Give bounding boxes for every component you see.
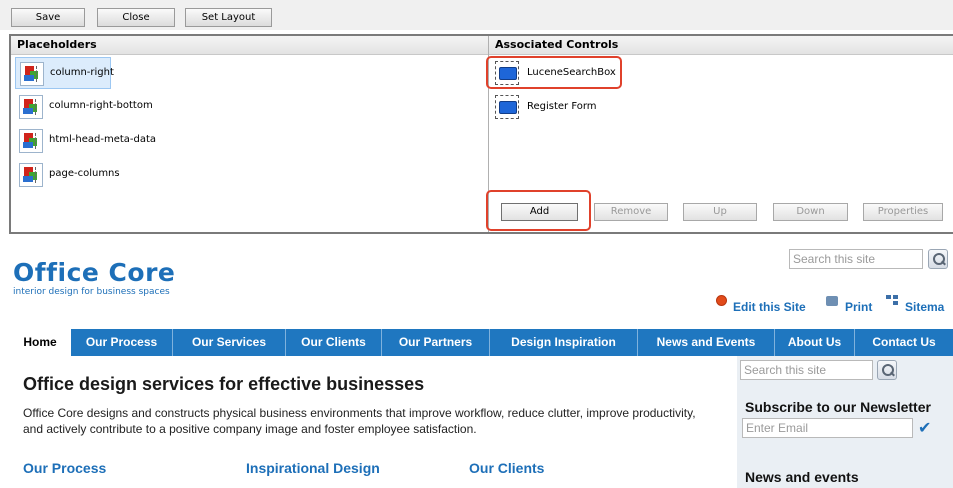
sidebar: Search this site Subscribe to our Newsle… bbox=[737, 356, 953, 488]
control-label: Register Form bbox=[527, 101, 597, 112]
print-link[interactable]: Print bbox=[845, 300, 872, 316]
close-button[interactable]: Close bbox=[97, 8, 175, 27]
down-button[interactable]: Down bbox=[773, 203, 848, 221]
sitemap-link[interactable]: Sitema bbox=[905, 300, 944, 316]
properties-button[interactable]: Properties bbox=[863, 203, 943, 221]
nav-item-our-clients[interactable]: Our Clients bbox=[286, 329, 382, 356]
control-icon bbox=[495, 95, 519, 119]
sidebar-search-input[interactable]: Search this site bbox=[740, 360, 873, 380]
email-field[interactable]: Enter Email bbox=[742, 418, 913, 438]
header-search-input[interactable]: Search this site bbox=[789, 249, 923, 269]
save-button[interactable]: Save bbox=[11, 8, 85, 27]
subhead-our-process[interactable]: Our Process bbox=[23, 460, 106, 476]
placeholder-icon bbox=[19, 129, 43, 153]
nav-item-contact-us[interactable]: Contact Us bbox=[855, 329, 953, 356]
checkmark-icon[interactable]: ✔ bbox=[918, 418, 931, 437]
placeholder-label: page-columns bbox=[49, 168, 120, 179]
edit-site-link[interactable]: Edit this Site bbox=[733, 300, 806, 316]
site-tagline: interior design for business spaces bbox=[13, 287, 170, 297]
newsletter-title: Subscribe to our Newsletter bbox=[745, 399, 931, 415]
up-button[interactable]: Up bbox=[683, 203, 757, 221]
highlight-annotation bbox=[486, 56, 622, 89]
control-item-register-form[interactable]: Register Form bbox=[493, 92, 613, 122]
site-logo[interactable]: Office Core bbox=[13, 258, 175, 287]
website-preview: Office Core interior design for business… bbox=[0, 238, 953, 488]
sidebar-search-button[interactable] bbox=[877, 360, 897, 380]
intro-paragraph: Office Core designs and constructs physi… bbox=[23, 406, 696, 436]
remove-button[interactable]: Remove bbox=[594, 203, 668, 221]
associated-controls-header: Associated Controls bbox=[489, 36, 953, 55]
nav-item-news-and-events[interactable]: News and Events bbox=[638, 329, 775, 356]
layout-panel: Placeholders column-right column-right-b… bbox=[9, 34, 953, 234]
placeholder-label: html-head-meta-data bbox=[49, 134, 157, 145]
news-events-title: News and events bbox=[745, 469, 859, 485]
nav-item-about-us[interactable]: About Us bbox=[775, 329, 855, 356]
placeholder-label: column-right-bottom bbox=[49, 100, 153, 111]
header-search-button[interactable] bbox=[928, 249, 948, 269]
subhead-inspirational-design[interactable]: Inspirational Design bbox=[246, 460, 380, 476]
nav-item-our-services[interactable]: Our Services bbox=[173, 329, 286, 356]
placeholder-item-column-right[interactable]: column-right bbox=[15, 57, 114, 89]
highlight-annotation bbox=[486, 190, 591, 231]
edit-icon bbox=[716, 295, 727, 306]
placeholders-pane: Placeholders column-right column-right-b… bbox=[11, 36, 489, 232]
placeholder-item-page-columns[interactable]: page-columns bbox=[15, 159, 155, 191]
placeholder-icon bbox=[19, 163, 43, 187]
subhead-our-clients[interactable]: Our Clients bbox=[469, 460, 544, 476]
nav-item-our-process[interactable]: Our Process bbox=[71, 329, 173, 356]
placeholder-icon bbox=[20, 62, 44, 86]
page-title: Office design services for effective bus… bbox=[23, 374, 425, 394]
placeholder-item-html-head-meta-data[interactable]: html-head-meta-data bbox=[15, 125, 157, 157]
placeholders-header: Placeholders bbox=[11, 36, 488, 55]
placeholder-icon bbox=[19, 95, 43, 119]
placeholder-item-column-right-bottom[interactable]: column-right-bottom bbox=[15, 91, 155, 123]
print-icon bbox=[826, 296, 838, 306]
sitemap-icon bbox=[886, 295, 899, 306]
nav-item-home[interactable]: Home bbox=[9, 329, 71, 356]
nav-item-design-inspiration[interactable]: Design Inspiration bbox=[490, 329, 638, 356]
placeholder-label: column-right bbox=[50, 67, 114, 78]
main-nav: Home Our Process Our Services Our Client… bbox=[9, 329, 953, 356]
nav-item-our-partners[interactable]: Our Partners bbox=[382, 329, 490, 356]
toolbar: Save Close Set Layout bbox=[0, 0, 953, 30]
set-layout-button[interactable]: Set Layout bbox=[185, 8, 272, 27]
